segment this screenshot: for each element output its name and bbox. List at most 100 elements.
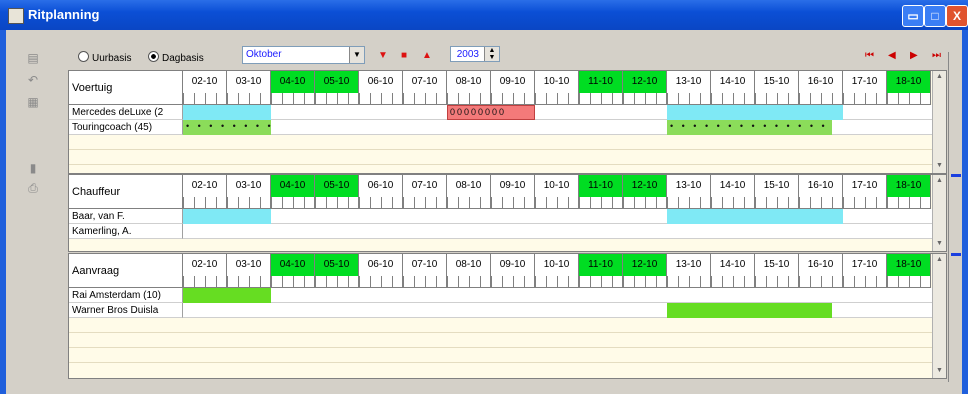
vertical-scrollbar[interactable]: ▲ ▼: [932, 71, 946, 173]
booking-bar[interactable]: [667, 209, 843, 224]
day-header: 17-10: [843, 175, 887, 197]
splitter-mark: [951, 174, 961, 177]
hour-ticks: [359, 93, 403, 105]
empty-row: [69, 333, 933, 348]
book-icon[interactable]: ▮: [26, 162, 40, 174]
hour-ticks: [887, 93, 931, 105]
row-label[interactable]: Mercedes deLuxe (2: [69, 105, 183, 120]
row-label[interactable]: Warner Bros Duisla: [69, 303, 183, 318]
hour-ticks: [579, 197, 623, 209]
booking-bar[interactable]: [183, 288, 271, 303]
close-button[interactable]: X: [946, 5, 968, 27]
day-header: 15-10: [755, 254, 799, 276]
hour-ticks: [535, 93, 579, 105]
scroll-up-icon[interactable]: ▲: [933, 71, 946, 82]
title-bar: Ritplanning ▭ □ X: [0, 0, 968, 30]
undo-icon[interactable]: ↶: [26, 74, 40, 86]
hour-ticks: [403, 93, 447, 105]
hour-ticks: [315, 276, 359, 288]
maximize-button[interactable]: □: [924, 5, 946, 27]
day-header: 12-10: [623, 71, 667, 93]
hour-ticks: [711, 93, 755, 105]
spin-arrows-icon[interactable]: ▲ ▼: [484, 47, 499, 61]
booking-bar[interactable]: 00000000: [447, 105, 535, 120]
hour-ticks: [315, 93, 359, 105]
hour-ticks: [667, 276, 711, 288]
hour-ticks: [271, 276, 315, 288]
booking-bar[interactable]: [183, 209, 271, 224]
hour-ticks: [271, 197, 315, 209]
booking-bar[interactable]: [667, 303, 832, 318]
day-header: 16-10: [799, 254, 843, 276]
first-icon[interactable]: ⏮: [865, 50, 874, 61]
radio-uurbasis[interactable]: [78, 51, 89, 62]
minimize-button[interactable]: ▭: [902, 5, 924, 27]
hour-ticks: [579, 93, 623, 105]
prev-icon[interactable]: ◀: [888, 50, 896, 61]
stop-button[interactable]: ■: [401, 50, 407, 61]
scroll-down-icon[interactable]: ▼: [933, 365, 946, 376]
day-header: 08-10: [447, 175, 491, 197]
vertical-scrollbar[interactable]: ▲ ▼: [932, 175, 946, 251]
new-icon[interactable]: ▤: [26, 52, 40, 64]
hour-ticks: [667, 197, 711, 209]
row-background[interactable]: [183, 224, 933, 239]
row-label[interactable]: Kamerling, A.: [69, 224, 183, 239]
hour-ticks: [887, 197, 931, 209]
printer-icon[interactable]: ⎙: [26, 182, 40, 194]
right-splitter[interactable]: [948, 52, 961, 382]
day-header: 18-10: [887, 254, 931, 276]
booking-bar[interactable]: • • • • • • • • • • • • • • • •: [667, 120, 832, 135]
mode-option-dagbasis[interactable]: Dagbasis: [148, 51, 204, 64]
empty-row: [69, 150, 933, 165]
empty-row: [69, 318, 933, 333]
hour-ticks: [711, 276, 755, 288]
year-spinbox[interactable]: 2003 ▲ ▼: [450, 46, 500, 62]
radio-dagbasis[interactable]: [148, 51, 159, 62]
vertical-scrollbar[interactable]: ▲ ▼: [932, 254, 946, 378]
hour-ticks: [667, 93, 711, 105]
booking-bar[interactable]: [667, 105, 843, 120]
row-label[interactable]: Touringcoach (45): [69, 120, 183, 135]
row-label[interactable]: Rai Amsterdam (10): [69, 288, 183, 303]
month-select[interactable]: Oktober ▼: [242, 46, 365, 64]
hour-ticks: [535, 197, 579, 209]
mode-option-uurbasis[interactable]: Uurbasis: [78, 51, 131, 64]
hour-ticks: [491, 197, 535, 209]
hour-ticks: [579, 276, 623, 288]
up-arrow-button[interactable]: ▲: [422, 50, 432, 61]
hour-ticks: [447, 276, 491, 288]
next-icon[interactable]: ▶: [910, 50, 918, 61]
scroll-up-icon[interactable]: ▲: [933, 175, 946, 186]
window-title: Ritplanning: [28, 7, 100, 22]
hour-ticks: [623, 276, 667, 288]
scroll-up-icon[interactable]: ▲: [933, 254, 946, 265]
row-label[interactable]: Baar, van F.: [69, 209, 183, 224]
splitter-mark: [951, 253, 961, 256]
empty-row: [69, 348, 933, 363]
scroll-down-icon[interactable]: ▼: [933, 160, 946, 171]
hour-ticks: [227, 93, 271, 105]
chevron-down-icon[interactable]: ▼: [349, 47, 364, 63]
last-icon[interactable]: ⏭: [932, 50, 941, 61]
hour-ticks: [711, 197, 755, 209]
section-title: Voertuig: [69, 71, 183, 105]
day-header: 04-10: [271, 175, 315, 197]
day-header: 09-10: [491, 71, 535, 93]
hour-ticks: [271, 93, 315, 105]
day-header: 02-10: [183, 71, 227, 93]
hour-ticks: [183, 276, 227, 288]
hour-ticks: [359, 197, 403, 209]
hour-ticks: [799, 93, 843, 105]
hour-ticks: [183, 197, 227, 209]
scroll-down-icon[interactable]: ▼: [933, 238, 946, 249]
booking-bar[interactable]: • • • • • • • •: [183, 120, 271, 135]
down-arrow-button[interactable]: ▼: [378, 50, 388, 61]
vehicles-panel: Voertuig 02-10 03-10 04-10 05-10 06-10 07-10 08…: [68, 70, 947, 174]
hour-ticks: [227, 276, 271, 288]
booking-bar[interactable]: [183, 105, 271, 120]
row-background[interactable]: [183, 288, 933, 303]
paste-icon[interactable]: ▦: [26, 96, 40, 108]
day-header: 16-10: [799, 71, 843, 93]
hour-ticks: [843, 93, 887, 105]
